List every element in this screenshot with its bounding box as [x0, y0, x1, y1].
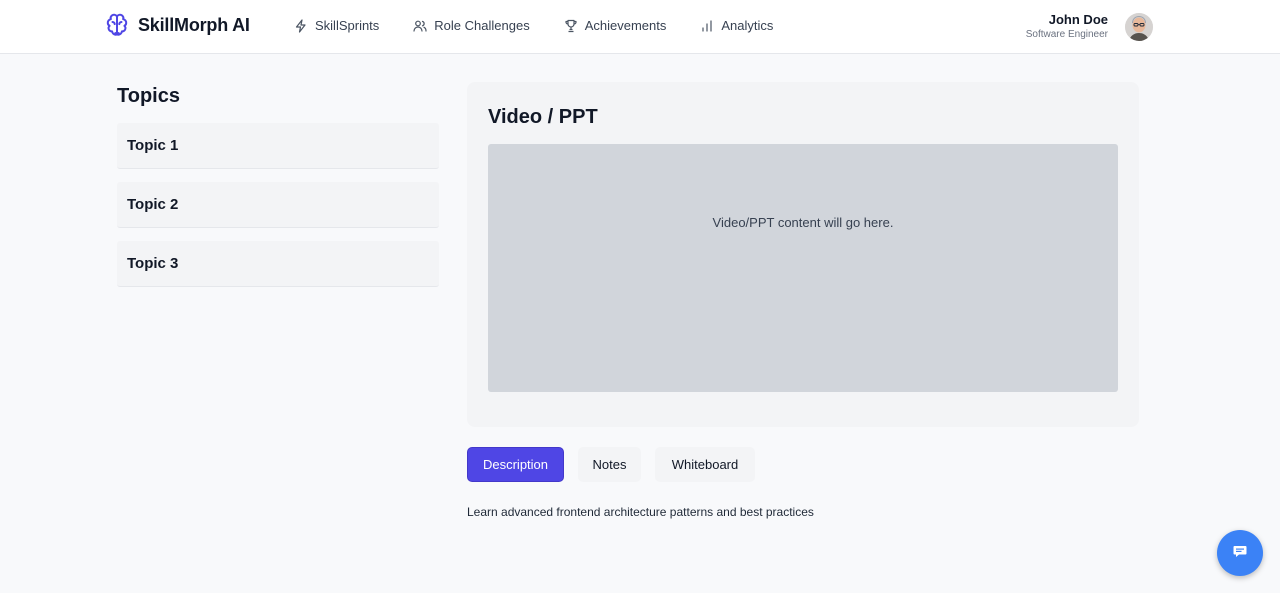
- nav-item-role-challenges[interactable]: Role Challenges: [413, 18, 530, 33]
- nav-item-label: Achievements: [584, 18, 667, 33]
- top-navbar: SkillMorph AI SkillSprints Role Challeng…: [0, 0, 1280, 54]
- nav-item-skillsprints[interactable]: SkillSprints: [294, 18, 379, 33]
- chat-icon: [1232, 543, 1248, 564]
- main-nav: SkillSprints Role Challenges Achievement…: [294, 18, 773, 33]
- trophy-icon: [564, 19, 578, 33]
- video-player-area[interactable]: Video/PPT content will go here.: [488, 144, 1118, 392]
- video-title: Video / PPT: [488, 106, 598, 128]
- video-placeholder-text: Video/PPT content will go here.: [712, 215, 894, 230]
- topic-item-1[interactable]: Topic 1: [117, 123, 439, 169]
- brain-icon: [104, 12, 130, 38]
- topic-label: Topic 3: [127, 255, 179, 272]
- user-role: Software Engineer: [1025, 29, 1108, 40]
- nav-item-analytics[interactable]: Analytics: [700, 18, 773, 33]
- tab-notes[interactable]: Notes: [578, 447, 641, 482]
- user-menu[interactable]: John Doe Software Engineer: [1026, 12, 1153, 42]
- nav-item-label: Analytics: [721, 18, 774, 33]
- tab-description[interactable]: Description: [467, 447, 564, 482]
- user-info: John Doe Software Engineer: [1026, 12, 1108, 42]
- topic-label: Topic 2: [127, 196, 179, 213]
- topic-item-2[interactable]: Topic 2: [117, 182, 439, 228]
- description-text: Learn advanced frontend architecture pat…: [467, 505, 814, 519]
- chat-button[interactable]: [1217, 530, 1263, 576]
- lightning-icon: [294, 18, 308, 33]
- bar-chart-icon: [700, 19, 714, 33]
- nav-item-label: SkillSprints: [315, 18, 380, 33]
- brand-name: SkillMorph AI: [138, 14, 250, 35]
- tab-whiteboard[interactable]: Whiteboard: [655, 447, 755, 482]
- avatar[interactable]: [1125, 13, 1153, 41]
- nav-item-achievements[interactable]: Achievements: [564, 18, 667, 33]
- users-icon: [413, 19, 427, 33]
- video-panel: Video / PPT Video/PPT content will go he…: [467, 82, 1139, 427]
- brand[interactable]: SkillMorph AI: [104, 12, 250, 38]
- topic-label: Topic 1: [127, 137, 179, 154]
- topic-item-3[interactable]: Topic 3: [117, 241, 439, 287]
- user-name: John Doe: [1048, 12, 1108, 27]
- nav-item-label: Role Challenges: [434, 18, 530, 33]
- topics-heading: Topics: [117, 85, 180, 107]
